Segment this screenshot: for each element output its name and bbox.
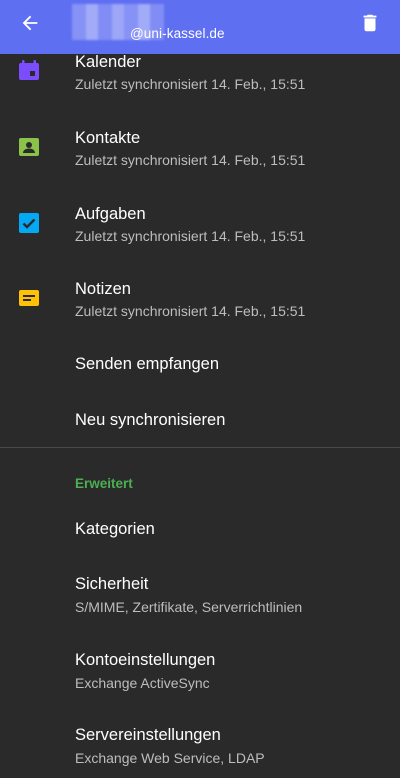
resync-label: Neu synchronisieren [75, 411, 226, 429]
categories-item[interactable]: Kategorien [0, 505, 400, 555]
sync-item-calendar[interactable]: Kalender Zuletzt synchronisiert 14. Feb.… [0, 50, 400, 106]
security-title: Sicherheit [75, 575, 149, 593]
server-settings-item[interactable]: Servereinstellungen Exchange Web Service… [0, 721, 400, 777]
sync-item-title: Kalender [75, 53, 142, 71]
note-icon [18, 287, 40, 309]
server-settings-subtitle: Exchange Web Service, LDAP [75, 750, 265, 766]
resync-item[interactable]: Neu synchronisieren [0, 396, 400, 446]
send-receive-label: Senden empfangen [75, 355, 220, 373]
account-settings-screen: @uni-kassel.de Kalender Zuletzt synchron… [0, 0, 400, 778]
account-domain: @uni-kassel.de [130, 26, 225, 41]
sync-item-title: Kontakte [75, 129, 141, 147]
sync-item-contacts[interactable]: Kontakte Zuletzt synchronisiert 14. Feb.… [0, 126, 400, 182]
sync-item-status: Zuletzt synchronisiert 14. Feb., 15:51 [75, 76, 306, 92]
send-receive-item[interactable]: Senden empfangen [0, 340, 400, 390]
trash-icon [359, 12, 381, 39]
contact-card-icon [18, 136, 40, 158]
security-item[interactable]: Sicherheit S/MIME, Zertifikate, Serverri… [0, 570, 400, 626]
back-button[interactable] [14, 9, 46, 41]
sync-item-status: Zuletzt synchronisiert 14. Feb., 15:51 [75, 152, 306, 168]
checkbox-icon [18, 212, 40, 234]
sync-item-status: Zuletzt synchronisiert 14. Feb., 15:51 [75, 228, 306, 244]
account-settings-subtitle: Exchange ActiveSync [75, 675, 210, 691]
sync-item-tasks[interactable]: Aufgaben Zuletzt synchronisiert 14. Feb.… [0, 202, 400, 258]
delete-account-button[interactable] [354, 9, 386, 41]
sync-item-title: Notizen [75, 280, 131, 298]
section-header-advanced: Erweitert [75, 476, 133, 491]
account-settings-item[interactable]: Kontoeinstellungen Exchange ActiveSync [0, 646, 400, 702]
account-settings-title: Kontoeinstellungen [75, 651, 216, 669]
calendar-icon [18, 60, 40, 82]
categories-label: Kategorien [75, 520, 155, 538]
sync-item-title: Aufgaben [75, 205, 146, 223]
security-subtitle: S/MIME, Zertifikate, Serverrichtlinien [75, 599, 303, 615]
sync-item-notes[interactable]: Notizen Zuletzt synchronisiert 14. Feb.,… [0, 277, 400, 333]
section-divider [0, 447, 400, 448]
sync-item-status: Zuletzt synchronisiert 14. Feb., 15:51 [75, 303, 306, 319]
app-bar: @uni-kassel.de [0, 0, 400, 54]
server-settings-title: Servereinstellungen [75, 726, 221, 744]
arrow-left-icon [19, 12, 41, 39]
